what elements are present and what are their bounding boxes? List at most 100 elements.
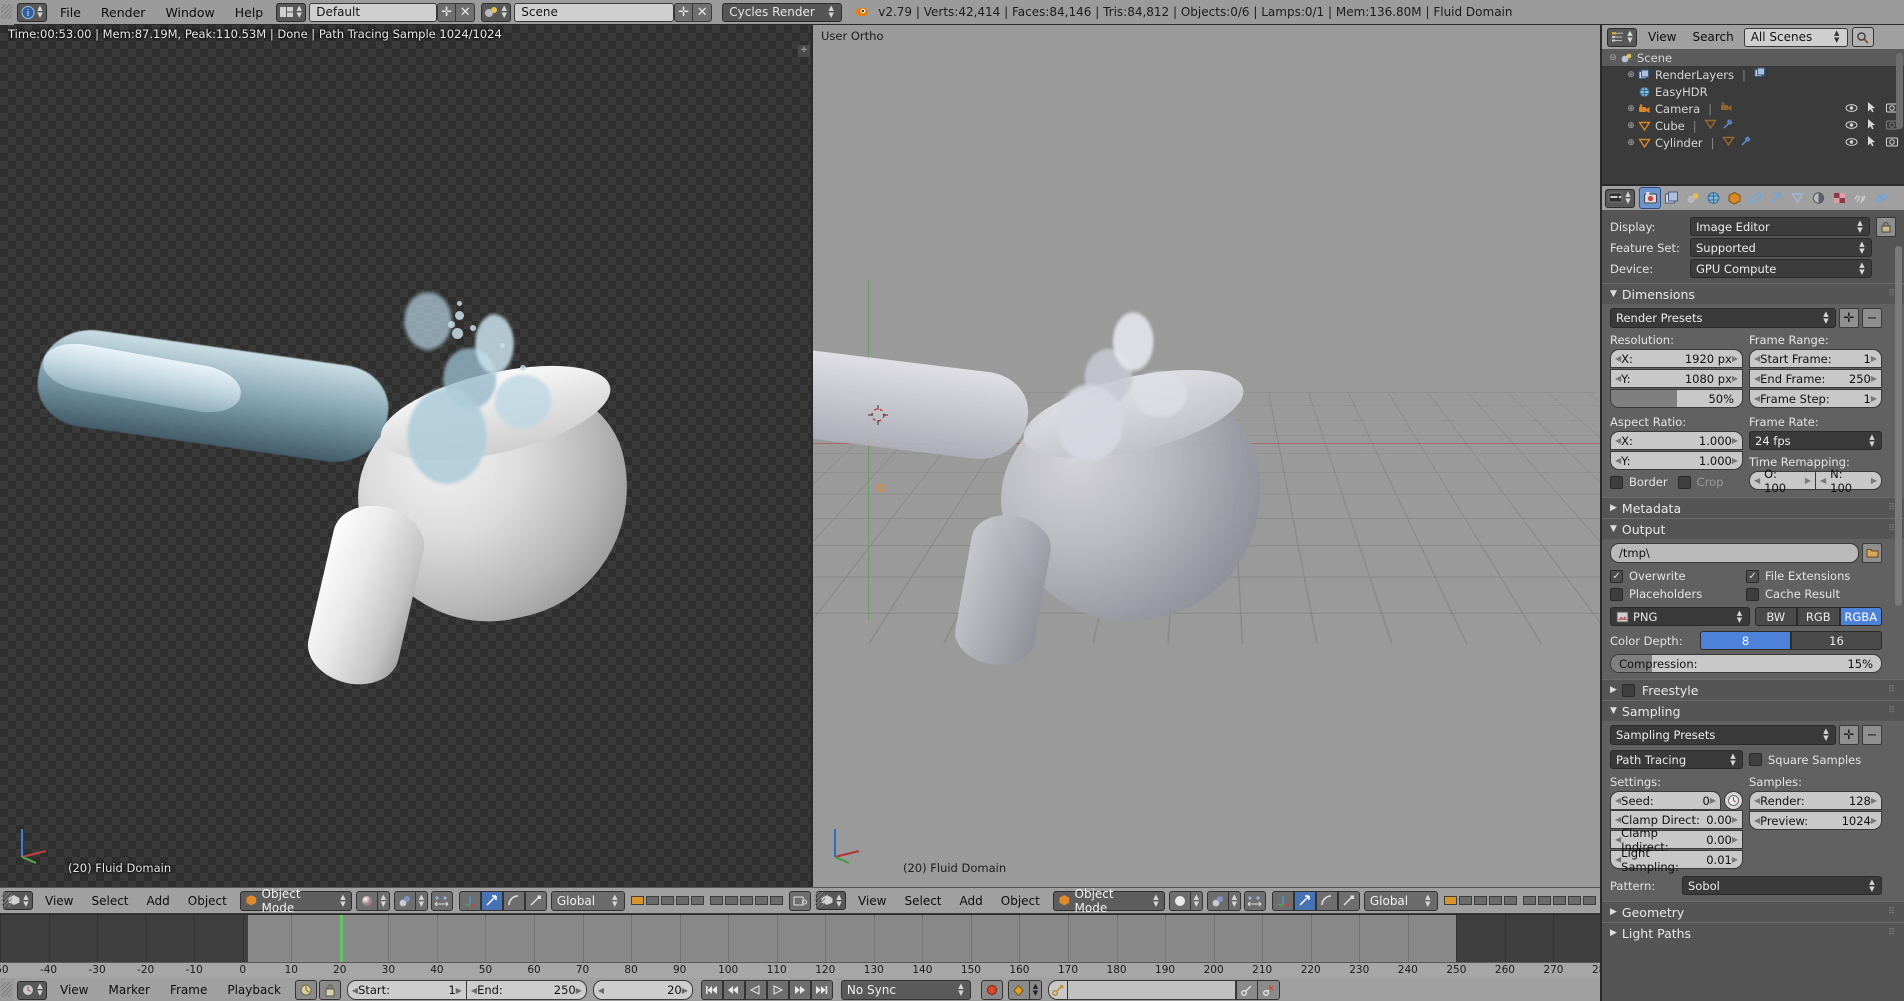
interaction-mode-select-left[interactable]: Object Mode ▲ ▼ bbox=[239, 887, 352, 915]
resolution-x-field[interactable]: ◀ X: 1920 px ▶ bbox=[1610, 349, 1743, 368]
outliner-expand-toggle[interactable]: ⊕ bbox=[1626, 138, 1636, 148]
resy-inc[interactable]: ▶ bbox=[1732, 374, 1738, 383]
layer-box[interactable] bbox=[675, 896, 689, 905]
outliner-row-scene[interactable]: ⊖ Scene bbox=[1602, 49, 1904, 66]
data-tab-icon[interactable] bbox=[1787, 188, 1807, 208]
vp-menu-object-right[interactable]: Object bbox=[992, 888, 1049, 914]
pattern-select[interactable]: Sobol ▲ ▼ bbox=[1682, 876, 1882, 895]
lock-time-button[interactable] bbox=[318, 980, 341, 1000]
overwrite-checkbox[interactable]: ✓ Overwrite bbox=[1610, 569, 1746, 583]
remove-render-preset-button[interactable]: − bbox=[1862, 308, 1882, 328]
pivot-spinner-left[interactable]: ▲ ▼ bbox=[415, 890, 428, 911]
editor-type-spinner-right[interactable]: ▲ ▼ bbox=[835, 893, 843, 908]
object-tab-icon[interactable] bbox=[1724, 188, 1744, 208]
constraints-tab-icon[interactable] bbox=[1745, 188, 1765, 208]
layer-box[interactable] bbox=[709, 896, 723, 905]
view-panel-toggle[interactable]: + bbox=[798, 45, 810, 57]
camera-data-icon[interactable] bbox=[1720, 101, 1733, 116]
delete-scene-button[interactable]: ✕ bbox=[693, 2, 713, 22]
layer-box[interactable] bbox=[724, 896, 738, 905]
screen-layout-icon-button[interactable]: ▲ ▼ bbox=[276, 2, 307, 22]
keying-set-icon-button[interactable] bbox=[1047, 980, 1068, 1000]
render-presets-select[interactable]: Render Presets ▲ ▼ bbox=[1610, 308, 1836, 328]
menu-file[interactable]: File bbox=[50, 0, 91, 25]
start-frame-prop-field[interactable]: ◀ Start Frame: 1 ▶ bbox=[1749, 349, 1882, 368]
outliner-scrollbar[interactable] bbox=[1896, 53, 1903, 129]
light-sampling-field[interactable]: ◀ Light Sampling: 0.01 ▶ bbox=[1610, 846, 1743, 874]
vp-menu-view-right[interactable]: View bbox=[849, 888, 895, 914]
preview-samples-field[interactable]: ◀ Preview: 1024 ▶ bbox=[1749, 811, 1882, 830]
outliner-expand-toggle[interactable]: ⊖ bbox=[1608, 53, 1618, 63]
play-button[interactable] bbox=[766, 980, 789, 1000]
aspx-inc[interactable]: ▶ bbox=[1732, 436, 1738, 445]
crop-checkbox[interactable]: Crop bbox=[1677, 475, 1723, 489]
keyframe-type-spinner[interactable]: ▲ ▼ bbox=[1029, 980, 1042, 1000]
mesh-data-icon[interactable] bbox=[1721, 135, 1735, 150]
screen-layout-spinner[interactable]: ▲ ▼ bbox=[295, 5, 303, 19]
outliner-editor[interactable]: ▲ ▼ View Search All Scenes ▲ ▼ ⊖ Scene ⊕ Rend… bbox=[1602, 25, 1904, 185]
integrator-select[interactable]: Path Tracing ▲ ▼ bbox=[1610, 750, 1743, 769]
layer-box[interactable] bbox=[630, 896, 644, 905]
layer-box[interactable] bbox=[754, 896, 768, 905]
outliner-display-mode-select[interactable]: All Scenes ▲ ▼ bbox=[1743, 27, 1848, 47]
modifiers-tab-icon[interactable] bbox=[1766, 188, 1786, 208]
outliner-search-button[interactable] bbox=[1851, 27, 1874, 47]
particles-tab-icon[interactable] bbox=[1850, 188, 1870, 208]
properties-editor[interactable]: ▲ ▼ Display: Image Editor ▲ ▼ Feature Se… bbox=[1602, 186, 1904, 1001]
vertical-separator-2[interactable] bbox=[1600, 25, 1602, 1001]
layer-box[interactable] bbox=[1473, 896, 1487, 905]
layer-box[interactable] bbox=[1582, 896, 1596, 905]
menu-window[interactable]: Window bbox=[155, 0, 224, 25]
dimensions-section-header[interactable]: ▼ Dimensions ⠿ bbox=[1602, 283, 1904, 304]
layer-box[interactable] bbox=[1537, 896, 1551, 905]
outliner-expand-toggle[interactable]: ⊕ bbox=[1626, 104, 1636, 114]
startframe-inc[interactable]: ▶ bbox=[1871, 354, 1877, 363]
frame-inc-arrow[interactable]: ▶ bbox=[682, 986, 688, 995]
seed-field[interactable]: ◀ Seed: 0 ▶ bbox=[1610, 791, 1721, 810]
menu-help[interactable]: Help bbox=[225, 0, 274, 25]
outliner-editor-type-button[interactable]: ▲ ▼ bbox=[1607, 27, 1637, 47]
outliner-editor-spinner[interactable]: ▲ ▼ bbox=[1626, 30, 1634, 44]
menu-render[interactable]: Render bbox=[91, 0, 156, 25]
lock-interface-button[interactable] bbox=[1876, 216, 1896, 237]
color-mode-rgb[interactable]: RGB bbox=[1797, 607, 1840, 626]
color-mode-bw[interactable]: BW bbox=[1754, 607, 1797, 626]
3d-viewport[interactable]: User Ortho (20) Fluid Domain bbox=[813, 25, 1602, 887]
editor-type-spinner-left[interactable]: ▲ ▼ bbox=[22, 893, 30, 908]
outliner-row-camera[interactable]: ⊕ Camera | bbox=[1602, 100, 1904, 117]
outliner-visibility-icon[interactable] bbox=[1845, 119, 1858, 133]
world-tab-icon[interactable] bbox=[1703, 188, 1723, 208]
outliner-expand-toggle[interactable]: ⊕ bbox=[1626, 70, 1636, 80]
outliner-visibility-icon[interactable] bbox=[1845, 136, 1858, 150]
manipulator-toggle-left[interactable] bbox=[458, 890, 481, 911]
layer-box[interactable] bbox=[1458, 896, 1472, 905]
renderlayers-tab-icon[interactable] bbox=[1661, 188, 1681, 208]
start-inc-arrow[interactable]: ▶ bbox=[456, 986, 462, 995]
editor-type-spinner[interactable]: ▲ ▼ bbox=[36, 5, 44, 19]
interaction-mode-select-right[interactable]: Object Mode ▲ ▼ bbox=[1052, 887, 1165, 915]
timeline-track[interactable] bbox=[0, 915, 1603, 962]
shading-spinner-left[interactable]: ▲ ▼ bbox=[377, 890, 390, 911]
translate-manipulator-button-left[interactable] bbox=[480, 890, 503, 911]
cache-result-checkbox[interactable]: Cache Result bbox=[1746, 587, 1882, 601]
next-keyframe-button[interactable] bbox=[788, 980, 811, 1000]
time-remap-old-field[interactable]: ◀ O: 100 ▶ bbox=[1749, 467, 1816, 495]
scale-manipulator-button-right[interactable] bbox=[1337, 890, 1360, 911]
square-samples-checkbox[interactable]: Square Samples bbox=[1749, 753, 1882, 767]
delete-keyframe-button[interactable] bbox=[1257, 980, 1280, 1000]
outliner-tree[interactable]: ⊖ Scene ⊕ RenderLayers | EasyHDR ⊕ Camera | ⊕ Cube… bbox=[1602, 49, 1904, 151]
outliner-renderable-icon[interactable] bbox=[1886, 136, 1898, 150]
scene-datablock-spinner[interactable]: ▲ ▼ bbox=[500, 5, 508, 19]
properties-editor-type-button[interactable]: ▲ ▼ bbox=[1605, 188, 1635, 208]
layer-box[interactable] bbox=[769, 896, 783, 905]
outliner-selectable-icon[interactable] bbox=[1867, 118, 1877, 133]
scene-tab-icon[interactable] bbox=[1682, 188, 1702, 208]
psamples-inc[interactable]: ▶ bbox=[1871, 816, 1877, 825]
layer-box[interactable] bbox=[1567, 896, 1581, 905]
placeholders-checkbox[interactable]: Placeholders bbox=[1610, 587, 1746, 601]
modifier-wrench-icon[interactable] bbox=[1722, 118, 1734, 133]
transform-orientation-select-left[interactable]: Global ▲ ▼ bbox=[550, 890, 625, 911]
new-inc[interactable]: ▶ bbox=[1871, 476, 1877, 485]
add-render-preset-button[interactable]: ✛ bbox=[1839, 308, 1859, 328]
add-scene-button[interactable]: ✛ bbox=[674, 2, 694, 22]
